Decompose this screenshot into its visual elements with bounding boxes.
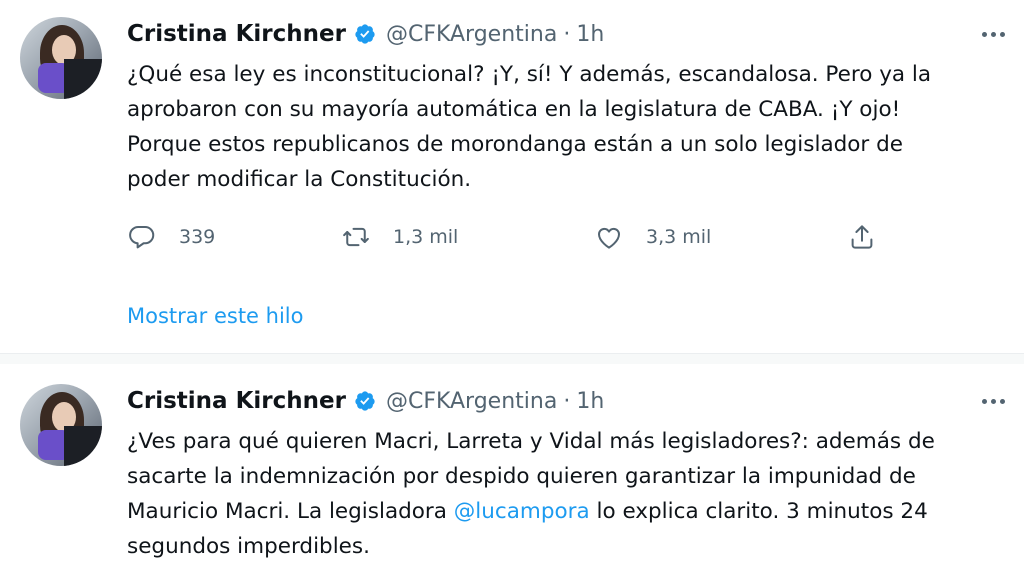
avatar[interactable] [20, 17, 102, 99]
like-icon [598, 227, 620, 249]
tweet-actions: 339 1,3 mil 3,3 mil [127, 217, 887, 257]
author-name[interactable]: Cristina Kirchner [127, 388, 346, 414]
separator: · [563, 21, 571, 47]
tweet[interactable]: Cristina Kirchner @CFKArgentina · 1h ¿Ve… [0, 364, 1024, 581]
tweet-divider [0, 354, 1024, 364]
tweet-text: ¿Ves para qué quieren Macri, Larreta y V… [127, 424, 1007, 564]
retweet-icon [343, 227, 369, 247]
tweet-text: ¿Qué esa ley es inconstitucional? ¡Y, sí… [127, 62, 932, 192]
timestamp[interactable]: 1h [576, 22, 604, 47]
reply-count: 339 [179, 226, 216, 248]
share-button[interactable] [847, 217, 877, 257]
more-icon[interactable] [976, 389, 1010, 413]
retweet-count: 1,3 mil [393, 226, 459, 248]
timestamp[interactable]: 1h [576, 389, 604, 414]
tweet[interactable]: Cristina Kirchner @CFKArgentina · 1h ¿Qu… [0, 0, 1024, 354]
avatar[interactable] [20, 384, 102, 466]
author-handle[interactable]: @CFKArgentina [386, 389, 557, 414]
like-button[interactable]: 3,3 mil [594, 217, 711, 257]
more-icon[interactable] [976, 22, 1010, 46]
mention-link[interactable]: @lucampora [454, 499, 590, 524]
tweet-header: Cristina Kirchner @CFKArgentina · 1h [127, 16, 604, 52]
reply-button[interactable]: 339 [127, 217, 215, 257]
verified-icon [355, 391, 375, 411]
verified-icon [355, 24, 375, 44]
show-thread-link[interactable]: Mostrar este hilo [127, 304, 303, 328]
share-icon [851, 225, 873, 249]
like-count: 3,3 mil [646, 226, 712, 248]
author-handle[interactable]: @CFKArgentina [386, 22, 557, 47]
reply-icon [129, 226, 155, 249]
timeline: Cristina Kirchner @CFKArgentina · 1h ¿Qu… [0, 0, 1024, 581]
author-name[interactable]: Cristina Kirchner [127, 21, 346, 47]
separator: · [563, 388, 571, 414]
tweet-header: Cristina Kirchner @CFKArgentina · 1h [127, 383, 604, 419]
retweet-button[interactable]: 1,3 mil [341, 217, 458, 257]
